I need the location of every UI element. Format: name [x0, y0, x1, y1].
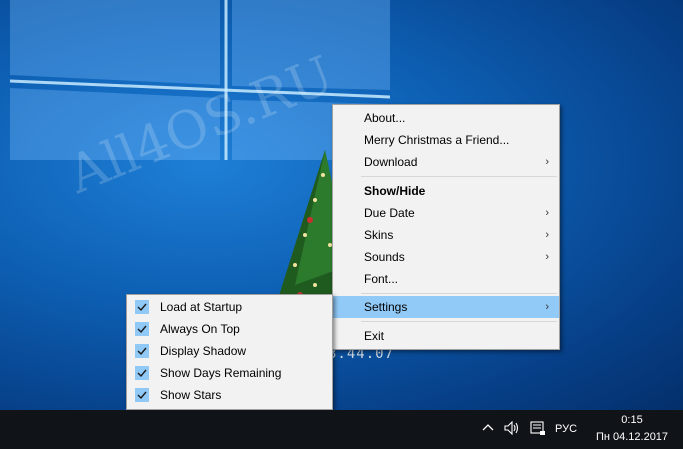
menu-item-always-on-top[interactable]: Always On Top	[127, 318, 332, 340]
chevron-right-icon: ›	[545, 229, 549, 241]
chevron-right-icon: ›	[545, 251, 549, 263]
menu-item-show-hide[interactable]: Show/Hide	[333, 180, 559, 202]
chevron-right-icon: ›	[545, 207, 549, 219]
menu-item-show-stars[interactable]: Show Stars	[127, 384, 332, 406]
menu-item-label: Exit	[364, 329, 385, 343]
menu-item-label: Show Days Remaining	[160, 366, 282, 380]
menu-separator	[361, 176, 557, 177]
chevron-right-icon: ›	[545, 301, 549, 313]
menu-item-label: Show Stars	[160, 388, 222, 402]
context-menu: About... Merry Christmas a Friend... Dow…	[332, 104, 560, 350]
taskbar: РУС 0:15 Пн 04.12.2017	[0, 410, 683, 449]
checkmark-icon	[135, 388, 149, 402]
menu-item-sounds[interactable]: Sounds ›	[333, 246, 559, 268]
menu-item-label: Load at Startup	[160, 300, 243, 314]
menu-separator	[361, 321, 557, 322]
menu-item-due-date[interactable]: Due Date ›	[333, 202, 559, 224]
menu-item-merry-christmas[interactable]: Merry Christmas a Friend...	[333, 129, 559, 151]
menu-item-show-days-remaining[interactable]: Show Days Remaining	[127, 362, 332, 384]
menu-item-label: Font...	[364, 272, 399, 286]
menu-item-label: Show/Hide	[364, 184, 426, 198]
menu-item-display-shadow[interactable]: Display Shadow	[127, 340, 332, 362]
menu-item-download[interactable]: Download ›	[333, 151, 559, 173]
menu-item-font[interactable]: Font...	[333, 268, 559, 290]
menu-item-label: Settings	[364, 300, 408, 314]
menu-item-label: Sounds	[364, 250, 405, 264]
menu-item-label: Due Date	[364, 206, 415, 220]
settings-submenu: Load at Startup Always On Top Display Sh…	[126, 294, 333, 410]
menu-item-label: Always On Top	[160, 322, 240, 336]
volume-icon[interactable]	[504, 421, 520, 435]
menu-item-load-at-startup[interactable]: Load at Startup	[127, 296, 332, 318]
menu-item-about[interactable]: About...	[333, 107, 559, 129]
checkmark-icon	[135, 344, 149, 358]
menu-item-skins[interactable]: Skins ›	[333, 224, 559, 246]
checkmark-icon	[135, 322, 149, 336]
chevron-right-icon: ›	[545, 156, 549, 168]
menu-item-label: Merry Christmas a Friend...	[364, 133, 510, 147]
checkmark-icon	[135, 300, 149, 314]
menu-separator	[361, 293, 557, 294]
menu-item-label: Display Shadow	[160, 344, 247, 358]
chevron-up-icon[interactable]	[482, 422, 494, 434]
menu-item-label: Skins	[364, 228, 394, 242]
notification-icon[interactable]	[530, 421, 546, 436]
checkmark-icon	[135, 366, 149, 380]
language-indicator[interactable]: РУС	[555, 423, 577, 435]
clock-time[interactable]: 0:15	[596, 414, 668, 426]
menu-item-exit[interactable]: Exit	[333, 325, 559, 347]
menu-item-label: Download	[364, 155, 418, 169]
menu-item-label: About...	[364, 111, 406, 125]
clock-date[interactable]: Пн 04.12.2017	[590, 431, 674, 443]
menu-item-settings[interactable]: Settings ›	[333, 296, 559, 318]
